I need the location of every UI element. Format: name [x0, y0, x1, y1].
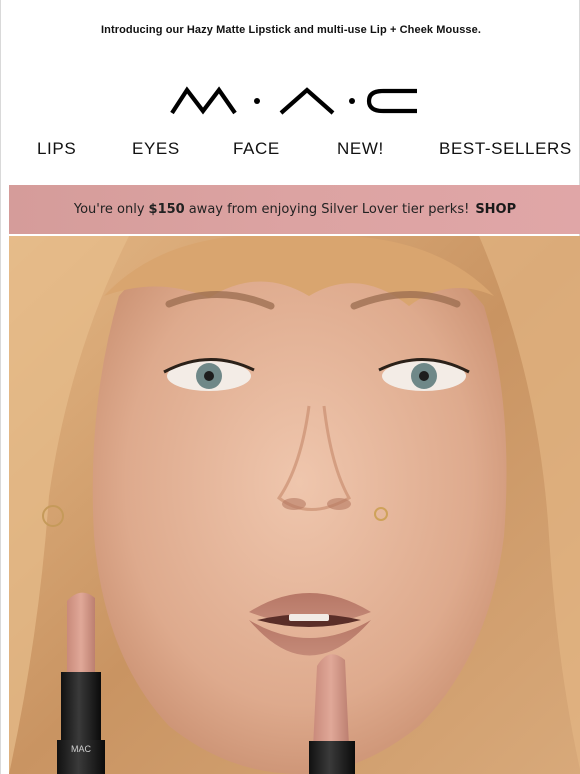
banner-text-after: away from enjoying Silver Lover tier per…: [188, 202, 470, 217]
banner-text-before: You're only: [73, 202, 145, 217]
banner-amount: $150: [148, 202, 185, 217]
mac-logo-icon: [170, 86, 417, 115]
nav-item-new[interactable]: NEW!: [337, 139, 384, 159]
email-page: Introducing our Hazy Matte Lipstick and …: [0, 0, 580, 774]
banner-shop-link[interactable]: SHOP: [475, 202, 516, 217]
nav-item-lips[interactable]: LIPS: [37, 139, 76, 159]
preheader-text: Introducing our Hazy Matte Lipstick and …: [100, 24, 482, 36]
hero-model-lipstick-image: MAC: [9, 236, 580, 774]
hero-image[interactable]: MAC: [9, 236, 580, 774]
nav-item-eyes[interactable]: EYES: [132, 139, 180, 159]
mac-logo[interactable]: [169, 85, 419, 117]
main-nav: LIPS EYES FACE NEW! BEST-SELLERS: [1, 139, 580, 163]
nav-item-face[interactable]: FACE: [233, 139, 280, 159]
nav-item-best-sellers[interactable]: BEST-SELLERS: [439, 139, 572, 159]
loyalty-banner[interactable]: You're only $150 away from enjoying Silv…: [9, 185, 580, 234]
product-logo-text: MAC: [71, 744, 92, 754]
